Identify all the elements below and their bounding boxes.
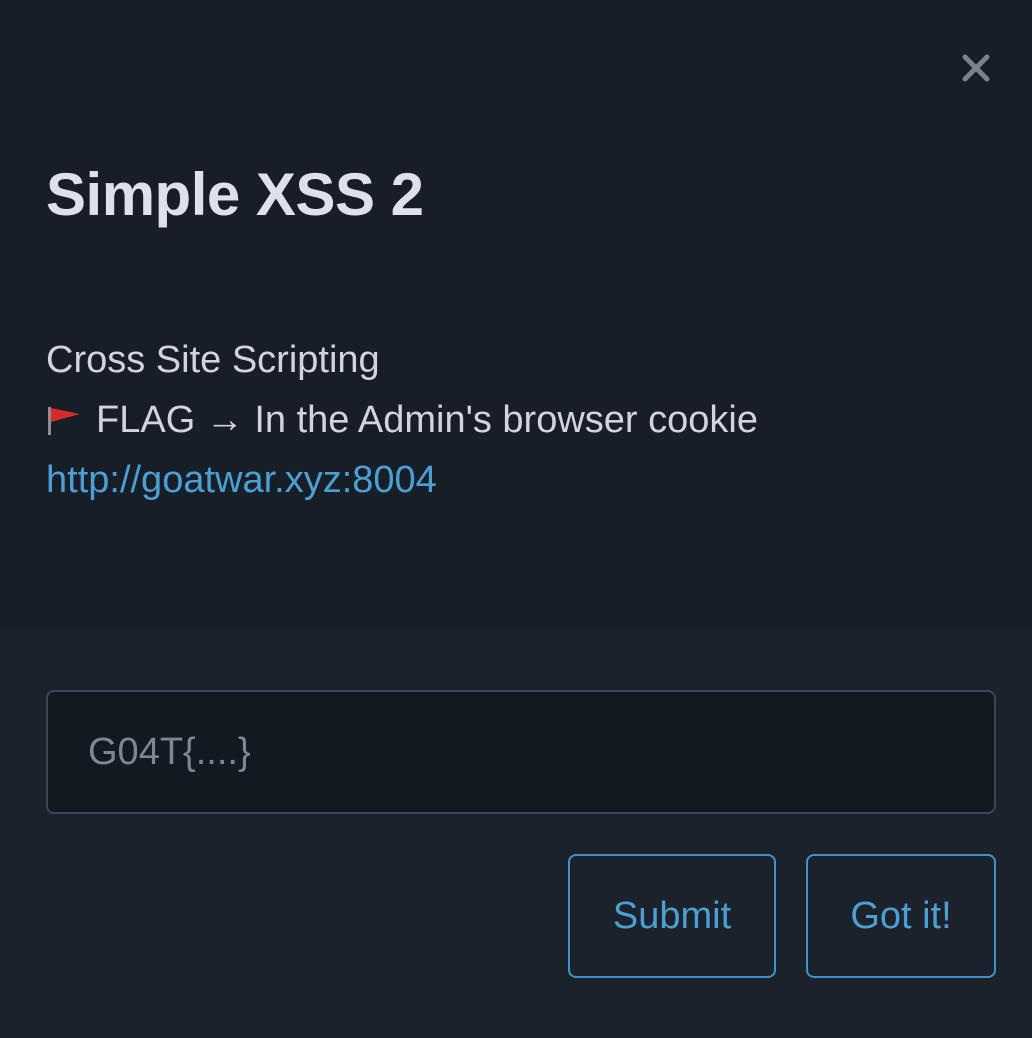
got-it-button[interactable]: Got it! bbox=[806, 854, 996, 978]
submit-button[interactable]: Submit bbox=[568, 854, 776, 978]
red-flag-icon bbox=[46, 405, 84, 435]
challenge-link[interactable]: http://goatwar.xyz:8004 bbox=[46, 450, 437, 510]
description-line: FLAG → In the Admin's browser cookie bbox=[46, 390, 758, 450]
close-button[interactable] bbox=[956, 48, 996, 88]
close-icon bbox=[961, 53, 991, 83]
flag-input[interactable] bbox=[46, 690, 996, 814]
modal-body bbox=[0, 0, 1032, 630]
challenge-description: Cross Site Scripting FLAG → In the Admin… bbox=[46, 330, 758, 510]
challenge-title: Simple XSS 2 bbox=[46, 161, 424, 228]
challenge-modal: Simple XSS 2 Cross Site Scripting FLAG →… bbox=[0, 0, 1032, 1038]
description-category: Cross Site Scripting bbox=[46, 339, 380, 381]
description-line: http://goatwar.xyz:8004 bbox=[46, 450, 758, 510]
description-line: Cross Site Scripting bbox=[46, 330, 758, 390]
flag-hint: FLAG → In the Admin's browser cookie bbox=[96, 399, 758, 441]
